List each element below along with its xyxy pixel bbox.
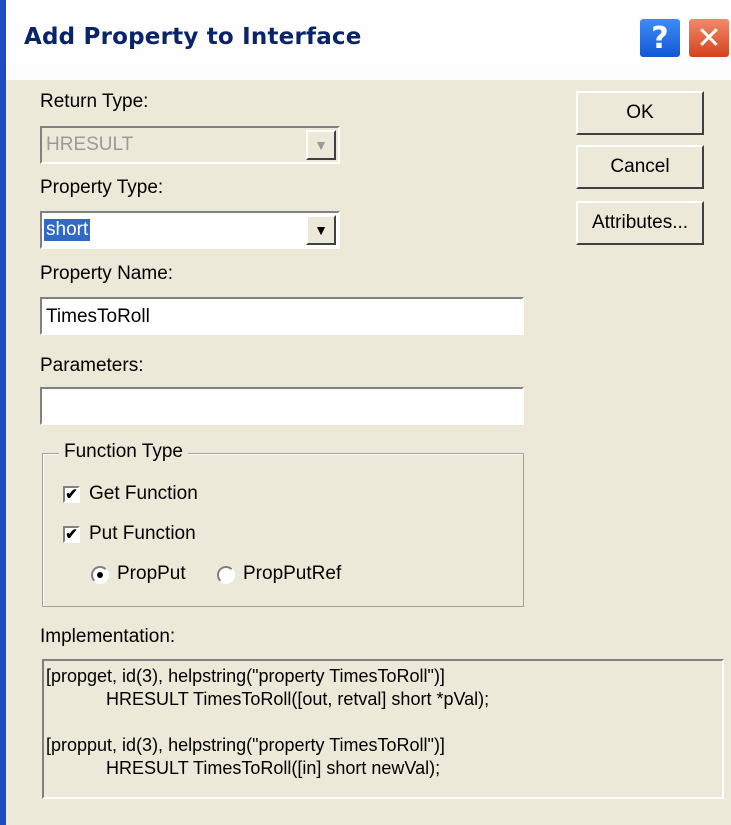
property-type-value: short [44,219,91,241]
implementation-line: HRESULT TimesToRoll([in] short newVal); [46,758,441,778]
implementation-line: [propget, id(3), helpstring("property Ti… [46,666,445,686]
title-bar[interactable]: Add Property to Interface ? ✕ [6,0,731,80]
function-type-legend: Function Type [59,441,189,463]
check-icon: ✔ [65,486,78,503]
propput-label[interactable]: PropPut [117,563,186,585]
return-type-label: Return Type: [40,91,149,112]
get-function-label[interactable]: Get Function [89,483,198,505]
implementation-line: HRESULT TimesToRoll([out, retval] short … [46,689,490,709]
cancel-button[interactable]: Cancel [576,145,704,189]
add-property-dialog: Add Property to Interface ? ✕ Return Typ… [6,0,731,825]
help-icon: ? [651,20,669,56]
property-type-label: Property Type: [40,177,164,198]
implementation-line: [propput, id(3), helpstring("property Ti… [46,735,445,755]
chevron-down-icon[interactable]: ▼ [306,215,336,245]
ok-button[interactable]: OK [576,91,704,135]
property-type-combo[interactable]: short ▼ [40,211,340,249]
implementation-label: Implementation: [40,626,176,647]
property-name-field[interactable]: TimesToRoll [40,297,524,335]
chevron-down-icon: ▼ [306,130,336,160]
function-type-group: Function Type ✔ Get Function ✔ Put Funct… [42,441,524,607]
propput-radio[interactable] [91,566,109,584]
property-name-value: TimesToRoll [46,306,150,327]
parameters-label: Parameters: [40,355,144,376]
put-function-checkbox[interactable]: ✔ [63,526,80,543]
propputref-label[interactable]: PropPutRef [243,563,341,585]
radio-selected-dot [97,572,103,578]
close-button[interactable]: ✕ [687,17,731,59]
propputref-radio[interactable] [217,566,235,584]
put-function-label[interactable]: Put Function [89,523,196,545]
return-type-combo: HRESULT ▼ [40,126,340,164]
implementation-box: [propget, id(3), helpstring("property Ti… [42,659,724,799]
window-title: Add Property to Interface [24,24,362,50]
property-name-label: Property Name: [40,263,174,284]
get-function-checkbox[interactable]: ✔ [63,486,80,503]
implementation-line [46,711,720,734]
check-icon: ✔ [65,526,78,543]
parameters-field[interactable] [40,387,524,425]
return-type-value: HRESULT [46,134,134,155]
close-icon: ✕ [696,20,722,56]
help-button[interactable]: ? [638,17,682,59]
attributes-button[interactable]: Attributes... [576,201,704,245]
